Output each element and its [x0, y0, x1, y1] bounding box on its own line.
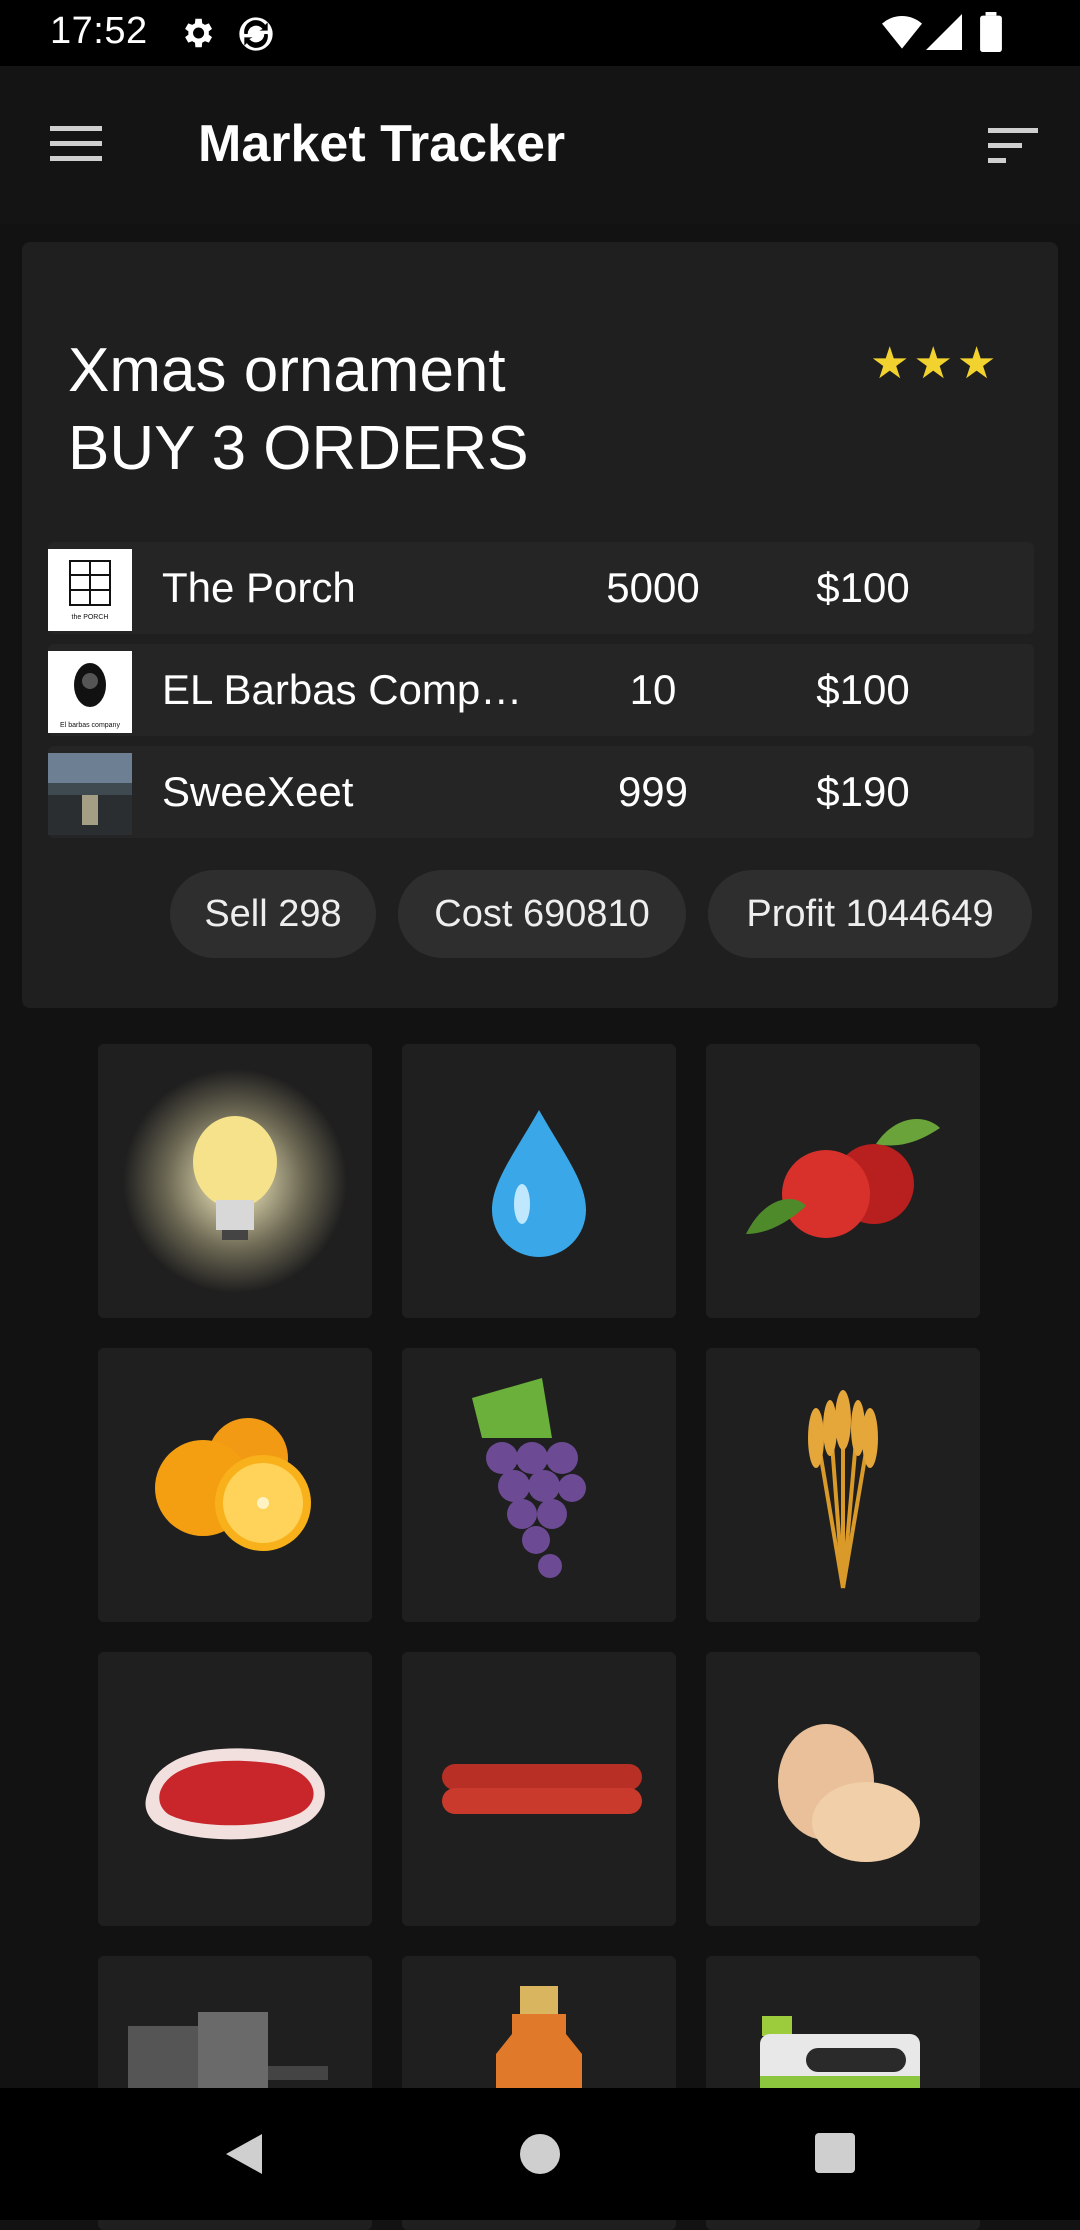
back-button[interactable]: [222, 2132, 264, 2176]
barbas-logo-text: El barbas company: [60, 722, 120, 729]
home-button[interactable]: [518, 2132, 562, 2176]
item-tile-grapes[interactable]: [402, 1348, 676, 1622]
wheat-icon: [808, 1390, 878, 1589]
sweexeet-photo: [48, 753, 132, 835]
item-tile-apple[interactable]: [706, 1044, 980, 1318]
seller-name: SweeXeet: [162, 768, 354, 815]
seller-name: EL Barbas Comp…: [162, 666, 523, 713]
item-tile-steak[interactable]: [98, 1652, 372, 1926]
recents-button[interactable]: [814, 2132, 856, 2174]
summary-chips: Sell 298 Cost 690810 Profit 1044649: [22, 870, 1058, 960]
item-tile-lightbulb[interactable]: [98, 1044, 372, 1318]
hamburger-menu-icon[interactable]: [48, 122, 104, 166]
profit-chip[interactable]: Profit 1044649: [708, 870, 1032, 958]
order-price: $100: [816, 666, 910, 713]
order-row[interactable]: the PORCH The Porch 5000 $100: [48, 542, 1034, 634]
eggs-icon: [778, 1724, 920, 1862]
sort-icon[interactable]: [986, 124, 1040, 166]
navigation-bar: [0, 2088, 1080, 2220]
status-time: 17:52: [50, 10, 148, 52]
sausages-icon: [442, 1764, 642, 1814]
order-summary: BUY 3 ORDERS: [68, 414, 529, 483]
order-card[interactable]: Xmas ornament BUY 3 ORDERS ★★★ the PORCH…: [22, 242, 1058, 1008]
item-tile-water[interactable]: [402, 1044, 676, 1318]
order-quantity: 10: [629, 666, 677, 713]
status-bar: 17:52: [0, 0, 1080, 66]
battery-icon: [980, 12, 1002, 52]
rating-stars: ★★★: [870, 339, 1001, 388]
orange-icon: [155, 1418, 311, 1551]
porch-logo-text: the PORCH: [72, 614, 109, 621]
order-price: $190: [816, 768, 910, 815]
item-tile-sausages[interactable]: [402, 1652, 676, 1926]
apple-icon: [746, 1118, 940, 1238]
the-porch-logo: the PORCH: [48, 549, 132, 631]
orders-list: the PORCH The Porch 5000 $100 El barbas …: [48, 542, 1034, 848]
sell-chip[interactable]: Sell 298: [170, 870, 376, 958]
wifi-icon: [882, 16, 922, 49]
order-quantity: 999: [617, 768, 689, 815]
order-row[interactable]: El barbas company EL Barbas Comp… 10 $10…: [48, 644, 1034, 736]
item-tile-eggs[interactable]: [706, 1652, 980, 1926]
cost-chip[interactable]: Cost 690810: [398, 870, 686, 958]
signal-icon: [926, 14, 962, 50]
order-price: $100: [816, 564, 910, 611]
el-barbas-logo: El barbas company: [48, 651, 132, 733]
seller-name: The Porch: [162, 564, 356, 611]
order-quantity: 5000: [606, 564, 700, 611]
card-title: Xmas ornament BUY 3 ORDERS: [68, 332, 529, 488]
item-tile-wheat[interactable]: [706, 1348, 980, 1622]
gear-icon: [185, 18, 213, 48]
app-title: Market Tracker: [198, 115, 566, 173]
app-bar: Market Tracker: [0, 66, 1080, 224]
item-name: Xmas ornament: [68, 336, 506, 405]
steak-icon: [145, 1748, 325, 1840]
water-drop-icon: [492, 1110, 586, 1257]
lightbulb-icon: [123, 1069, 347, 1293]
sync-icon: [239, 17, 273, 51]
grapes-icon: [472, 1378, 586, 1578]
item-tile-orange[interactable]: [98, 1348, 372, 1622]
order-row[interactable]: SweeXeet 999 $190: [48, 746, 1034, 838]
